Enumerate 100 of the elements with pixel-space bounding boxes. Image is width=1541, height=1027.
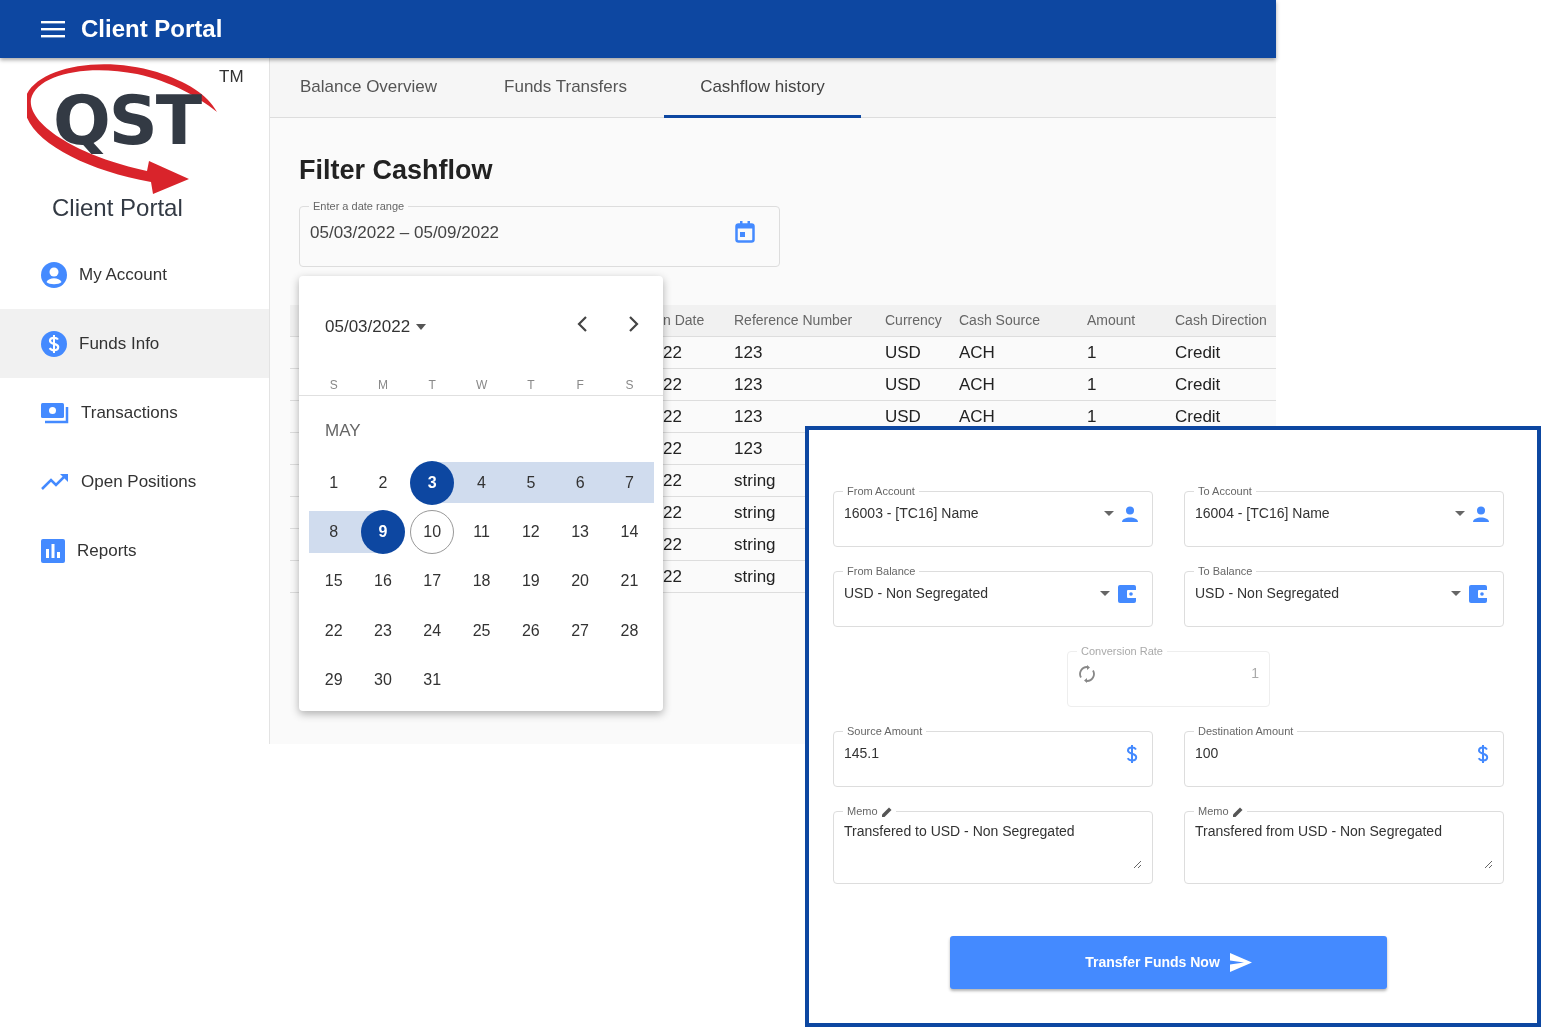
caret-icon[interactable] <box>1455 511 1465 516</box>
table-cell: string <box>734 502 776 522</box>
sidebar-item[interactable]: Reports <box>0 516 269 585</box>
calendar-day[interactable]: 17 <box>410 559 455 604</box>
calendar-day[interactable]: 18 <box>459 559 504 604</box>
account-icon <box>41 261 67 288</box>
calendar-day[interactable]: 23 <box>360 608 405 653</box>
caret-icon <box>416 323 427 330</box>
input-field[interactable]: Source Amount 145.1 <box>833 726 1153 787</box>
table-cell: Credit <box>1175 406 1221 426</box>
table-cell: 123 <box>734 342 763 362</box>
calendar-day[interactable]: 2 <box>360 460 405 505</box>
sidebar-item[interactable]: Open Positions <box>0 447 269 516</box>
table-cell: 123 <box>734 438 763 458</box>
sidebar-item[interactable]: Funds Info <box>0 309 269 378</box>
menu-icon[interactable] <box>41 20 65 38</box>
person-icon <box>1122 505 1138 522</box>
date-range-field[interactable]: Enter a date range 05/03/2022 – 05/09/2022 <box>299 200 780 267</box>
table-cell: ACH <box>959 342 995 362</box>
weekday-label: T <box>428 378 436 392</box>
calendar-day[interactable]: 13 <box>558 509 603 554</box>
field-label: Source Amount <box>846 726 924 737</box>
table-cell: Credit <box>1175 374 1221 394</box>
period-selector[interactable]: 05/03/2022 <box>325 314 427 340</box>
select-field[interactable]: To Balance USD - Non Segregated <box>1184 566 1504 627</box>
logo-caption: Client Portal <box>52 193 184 223</box>
calendar-day[interactable]: 30 <box>360 657 405 702</box>
table-cell: USD <box>885 406 921 426</box>
weekday-label: M <box>377 378 388 392</box>
calendar-day[interactable]: 20 <box>558 559 603 604</box>
memo-field[interactable]: Memo Transfered from USD - Non Segregated <box>1184 806 1504 884</box>
input-field: Conversion Rate 1 <box>1067 646 1270 707</box>
calendar-day[interactable]: 6 <box>558 460 603 505</box>
calendar-icon[interactable] <box>735 221 755 244</box>
weekday-label: S <box>329 378 338 392</box>
sidebar-item[interactable]: My Account <box>0 240 269 309</box>
select-field[interactable]: From Account 16003 - [TC16] Name <box>833 486 1153 547</box>
table-cell: string <box>734 534 776 554</box>
calendar-day[interactable]: 24 <box>410 608 455 653</box>
wallet-icon <box>1469 584 1489 603</box>
table-cell: 22 <box>663 406 682 426</box>
table-cell: 123 <box>734 374 763 394</box>
calendar-day[interactable]: 14 <box>607 509 652 554</box>
calendar-day[interactable]: 7 <box>607 460 652 505</box>
field-label: Memo <box>1194 806 1247 817</box>
calendar-day[interactable]: 11 <box>459 509 504 554</box>
table-cell: USD <box>885 374 921 394</box>
table-cell: 1 <box>1087 342 1097 362</box>
table-cell: ACH <box>959 374 995 394</box>
calendar-day[interactable]: 22 <box>311 608 356 653</box>
calendar-day[interactable]: 12 <box>508 509 553 554</box>
send-icon <box>1229 953 1252 972</box>
input-field[interactable]: Destination Amount 100 <box>1184 726 1504 787</box>
memo-field[interactable]: Memo Transfered to USD - Non Segregated <box>833 806 1153 884</box>
section-title: Filter Cashflow <box>299 154 494 187</box>
calendar-day[interactable]: 15 <box>311 559 356 604</box>
month-label: MAY <box>325 420 362 442</box>
caret-icon[interactable] <box>1100 591 1110 596</box>
calendar-day[interactable]: 21 <box>607 559 652 604</box>
pencil-icon <box>1232 806 1243 817</box>
table-cell: 123 <box>734 406 763 426</box>
calendar-day[interactable]: 31 <box>410 657 455 702</box>
field-label: To Account <box>1197 486 1253 497</box>
table-cell: 1 <box>1087 374 1097 394</box>
calendar-day[interactable]: 29 <box>311 657 356 702</box>
calendar-day[interactable]: 5 <box>508 460 553 505</box>
table-cell: 22 <box>663 438 682 458</box>
calendar-day[interactable]: 25 <box>459 608 504 653</box>
calendar-day[interactable]: 28 <box>607 608 652 653</box>
column-header[interactable]: n Date <box>663 311 705 328</box>
caret-icon[interactable] <box>1104 511 1114 516</box>
table-cell: 22 <box>663 566 682 586</box>
trending-up-icon <box>41 472 69 491</box>
table-cell: 22 <box>663 470 682 490</box>
calendar-day[interactable]: 27 <box>558 608 603 653</box>
caret-icon[interactable] <box>1451 591 1461 596</box>
calendar-day[interactable]: 8 <box>311 509 356 554</box>
tab[interactable]: Funds Transfers <box>467 58 664 118</box>
field-label: From Balance <box>846 566 917 577</box>
calendar-day[interactable]: 26 <box>508 608 553 653</box>
select-field[interactable]: From Balance USD - Non Segregated <box>833 566 1153 627</box>
table-cell: Credit <box>1175 342 1221 362</box>
field-label: From Account <box>846 486 916 497</box>
table-cell: 22 <box>663 342 682 362</box>
select-field[interactable]: To Account 16004 - [TC16] Name <box>1184 486 1504 547</box>
tab[interactable]: Balance Overview <box>270 58 467 118</box>
tab[interactable]: Cashflow history <box>664 58 861 118</box>
weekday-label: T <box>527 378 535 392</box>
logo-letters: QST <box>53 81 201 160</box>
calendar-day[interactable]: 19 <box>508 559 553 604</box>
field-label: Destination Amount <box>1197 726 1295 737</box>
calendar-day[interactable]: 4 <box>459 460 504 505</box>
weekday-label: S <box>625 378 634 392</box>
calendar-day[interactable]: 3 <box>410 460 455 505</box>
calendar-day[interactable]: 16 <box>360 559 405 604</box>
table-cell: 1 <box>1087 406 1097 426</box>
sidebar-item[interactable]: Transactions <box>0 378 269 447</box>
table-cell: string <box>734 566 776 586</box>
calendar-day[interactable]: 1 <box>311 460 356 505</box>
table-cell: USD <box>885 342 921 362</box>
